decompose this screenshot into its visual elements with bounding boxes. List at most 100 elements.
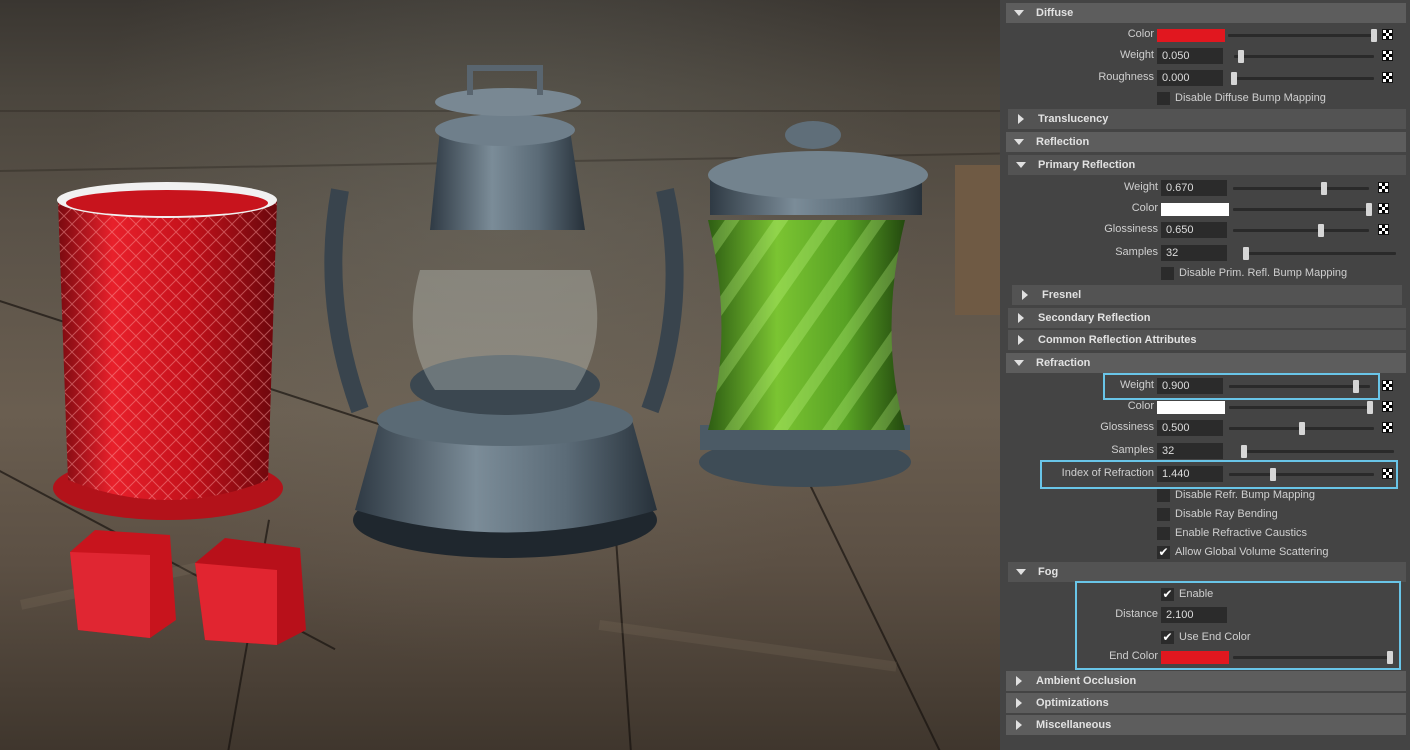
refr-ior-slider[interactable] [1229, 468, 1374, 481]
diffuse-roughness-row: Roughness 0.000 [1000, 68, 1410, 88]
fog-use-end-color-checkbox[interactable]: ✔ [1161, 631, 1174, 644]
checker-map-icon[interactable] [1378, 224, 1389, 235]
expand-triangle-icon [1016, 562, 1026, 582]
section-diffuse[interactable]: Diffuse [1006, 3, 1406, 23]
slider-handle[interactable] [1243, 247, 1249, 260]
checker-map-icon[interactable] [1382, 380, 1393, 391]
checker-map-icon[interactable] [1378, 203, 1389, 214]
checker-map-icon[interactable] [1382, 422, 1393, 433]
prim-disable-bump-checkbox[interactable] [1161, 267, 1174, 280]
fog-enable-row: ✔ Enable [1000, 586, 1410, 604]
section-fog[interactable]: Fog [1008, 562, 1406, 582]
fog-end-color-slider[interactable] [1233, 651, 1393, 664]
prim-weight-label: Weight [1123, 181, 1158, 193]
refr-weight-slider[interactable] [1229, 380, 1370, 393]
refr-glossiness-slider[interactable] [1229, 422, 1374, 435]
slider-handle[interactable] [1387, 651, 1393, 664]
slider-handle[interactable] [1352, 380, 1359, 393]
refr-weight-row: Weight 0.900 [1000, 376, 1410, 396]
prim-samples-slider[interactable] [1243, 247, 1396, 260]
checker-map-icon[interactable] [1382, 29, 1393, 40]
checker-map-icon[interactable] [1378, 182, 1389, 193]
section-optimizations-label: Optimizations [1036, 697, 1109, 709]
refr-disable-bump-label: Disable Refr. Bump Mapping [1175, 489, 1316, 501]
refr-weight-field[interactable]: 0.900 [1157, 378, 1223, 394]
refr-ior-field[interactable]: 1.440 [1157, 466, 1223, 482]
diffuse-weight-slider[interactable] [1234, 50, 1374, 63]
section-miscellaneous[interactable]: Miscellaneous [1006, 715, 1406, 735]
prim-weight-slider[interactable] [1233, 182, 1369, 195]
refr-samples-slider[interactable] [1241, 445, 1394, 458]
refr-color-row: Color [1000, 397, 1410, 417]
section-reflection-label: Reflection [1036, 136, 1090, 148]
checker-map-icon[interactable] [1382, 401, 1393, 412]
refr-color-slider[interactable] [1229, 401, 1373, 414]
section-refraction-label: Refraction [1036, 357, 1091, 369]
prim-color-swatch[interactable] [1161, 203, 1229, 216]
diffuse-disable-bump-row: Disable Diffuse Bump Mapping [1000, 90, 1410, 108]
render-objects [53, 65, 1000, 645]
section-reflection[interactable]: Reflection [1006, 132, 1406, 152]
slider-handle[interactable] [1298, 422, 1305, 435]
prim-samples-field[interactable]: 32 [1161, 245, 1227, 261]
section-secondary-reflection[interactable]: Secondary Reflection [1008, 308, 1406, 328]
fog-end-color-swatch[interactable] [1161, 651, 1229, 664]
prim-glossiness-field[interactable]: 0.650 [1161, 222, 1227, 238]
diffuse-color-slider[interactable] [1228, 29, 1377, 42]
collapse-triangle-icon [1014, 715, 1024, 735]
section-ambient-occlusion[interactable]: Ambient Occlusion [1006, 671, 1406, 691]
refr-enable-caustics-checkbox[interactable] [1157, 527, 1170, 540]
slider-handle[interactable] [1238, 50, 1244, 63]
section-translucency[interactable]: Translucency [1008, 109, 1406, 129]
slider-handle[interactable] [1371, 29, 1377, 42]
diffuse-roughness-slider[interactable] [1231, 72, 1374, 85]
refr-volume-scattering-checkbox[interactable]: ✔ [1157, 546, 1170, 559]
section-fresnel[interactable]: Fresnel [1012, 285, 1402, 305]
diffuse-weight-row: Weight 0.050 [1000, 46, 1410, 66]
diffuse-color-swatch[interactable] [1157, 29, 1225, 42]
attribute-editor-panel: Diffuse Color Weight 0.050 Roughness 0.0… [1000, 0, 1410, 750]
section-secondary-reflection-label: Secondary Reflection [1038, 312, 1151, 324]
refr-enable-caustics-row: Enable Refractive Caustics [1000, 525, 1410, 543]
diffuse-disable-bump-checkbox[interactable] [1157, 92, 1170, 105]
checker-map-icon[interactable] [1382, 50, 1393, 61]
fog-distance-field[interactable]: 2.100 [1161, 607, 1227, 623]
prim-disable-bump-label: Disable Prim. Refl. Bump Mapping [1179, 267, 1348, 279]
checker-map-icon[interactable] [1382, 468, 1393, 479]
refr-ior-label: Index of Refraction [1061, 467, 1154, 479]
diffuse-weight-field[interactable]: 0.050 [1157, 48, 1223, 64]
slider-handle[interactable] [1367, 401, 1373, 414]
collapse-triangle-icon [1014, 693, 1024, 713]
checker-map-icon[interactable] [1382, 72, 1393, 83]
slider-handle[interactable] [1231, 72, 1237, 85]
oil-lantern [324, 65, 684, 558]
refr-color-swatch[interactable] [1157, 401, 1225, 414]
slider-handle[interactable] [1318, 224, 1325, 237]
section-common-reflection[interactable]: Common Reflection Attributes [1008, 330, 1406, 350]
prim-color-slider[interactable] [1233, 203, 1372, 216]
prim-samples-row: Samples 32 [1000, 243, 1410, 263]
refr-glossiness-field[interactable]: 0.500 [1157, 420, 1223, 436]
refr-volume-scattering-row: ✔ Allow Global Volume Scattering [1000, 544, 1410, 562]
diffuse-roughness-field[interactable]: 0.000 [1157, 70, 1223, 86]
slider-handle[interactable] [1269, 468, 1276, 481]
prim-glossiness-row: Glossiness 0.650 [1000, 220, 1410, 240]
diffuse-weight-label: Weight [1119, 49, 1154, 61]
collapse-triangle-icon [1016, 308, 1026, 328]
section-optimizations[interactable]: Optimizations [1006, 693, 1406, 713]
fog-enable-checkbox[interactable]: ✔ [1161, 588, 1174, 601]
prim-weight-field[interactable]: 0.670 [1161, 180, 1227, 196]
fog-use-end-color-label: Use End Color [1179, 631, 1251, 643]
slider-handle[interactable] [1321, 182, 1328, 195]
refr-disable-bump-checkbox[interactable] [1157, 489, 1170, 502]
slider-handle[interactable] [1366, 203, 1372, 216]
wooden-crate [955, 165, 1000, 315]
slider-handle[interactable] [1241, 445, 1247, 458]
diffuse-disable-bump-label: Disable Diffuse Bump Mapping [1175, 92, 1326, 104]
prim-samples-label: Samples [1115, 246, 1158, 258]
section-refraction[interactable]: Refraction [1006, 353, 1406, 373]
prim-glossiness-slider[interactable] [1233, 224, 1369, 237]
refr-samples-field[interactable]: 32 [1157, 443, 1223, 459]
section-primary-reflection[interactable]: Primary Reflection [1008, 155, 1406, 175]
refr-disable-ray-bending-checkbox[interactable] [1157, 508, 1170, 521]
